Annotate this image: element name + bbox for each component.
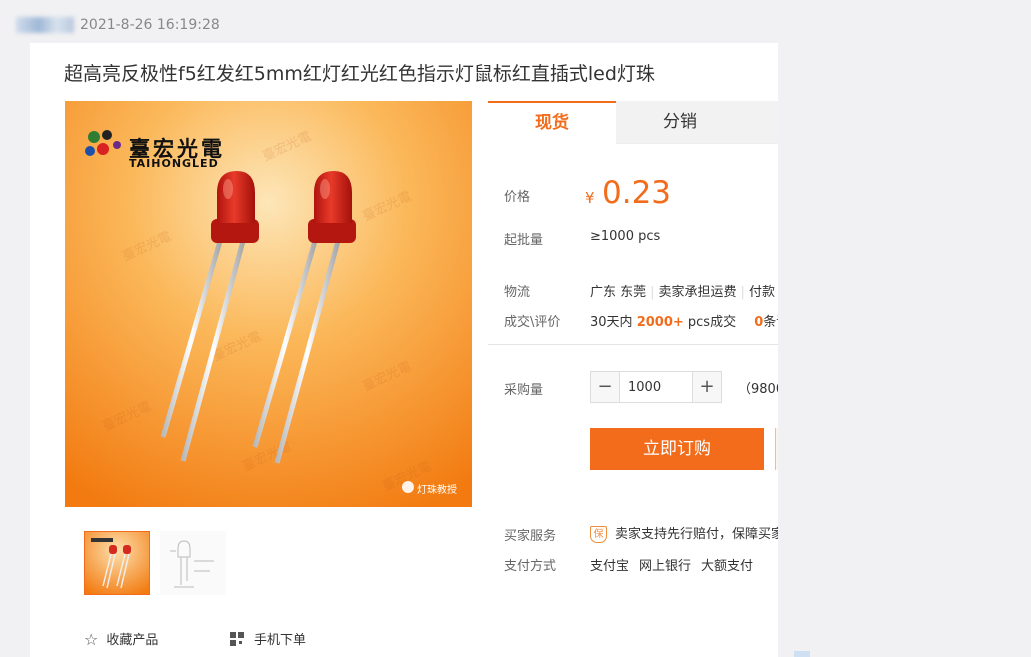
service-label: 买家服务 bbox=[504, 529, 557, 544]
deals-count: 2000+ bbox=[636, 315, 684, 330]
tab-in-stock[interactable]: 现货 bbox=[488, 101, 616, 144]
scroll-indicator bbox=[794, 651, 810, 657]
thumbnail-photo[interactable] bbox=[84, 531, 150, 595]
led-product-photo: 臺宏光電 臺宏光電 臺宏光電 臺宏光電 臺宏光電 臺宏光電 臺宏光電 臺宏光電 bbox=[65, 101, 472, 507]
moq-label: 起批量 bbox=[504, 233, 544, 248]
payment-large: 大额支付 bbox=[701, 559, 754, 574]
guarantee-shield-icon: 保 bbox=[590, 526, 607, 543]
quantity-stepper: − + bbox=[590, 371, 722, 403]
currency-symbol: ¥ bbox=[585, 189, 595, 207]
service-info: 保卖家支持先行赔付，保障买家 bbox=[590, 523, 778, 543]
qr-code-icon bbox=[230, 632, 244, 646]
post-header: 2021-8-26 16:19:28 bbox=[16, 14, 220, 36]
quantity-label: 采购量 bbox=[504, 383, 544, 398]
product-card: 超高亮反极性f5红发红5mm红灯红光红色指示灯鼠标红直插式led灯珠 臺宏光電 … bbox=[30, 43, 778, 657]
favorite-product-link[interactable]: ☆ 收藏产品 bbox=[84, 629, 158, 649]
brand-name-en: TAIHONGLED bbox=[129, 157, 219, 170]
star-icon: ☆ bbox=[84, 630, 99, 649]
add-to-cart-button-edge[interactable] bbox=[775, 428, 778, 470]
section-divider bbox=[488, 344, 778, 345]
mobile-order-label: 手机下单 bbox=[254, 633, 307, 648]
payment-label: 支付方式 bbox=[504, 559, 557, 574]
mobile-order-link[interactable]: 手机下单 bbox=[230, 629, 306, 648]
buy-now-button[interactable]: 立即订购 bbox=[590, 428, 764, 470]
moq-value: ≥1000 pcs bbox=[590, 229, 661, 244]
deals-suffix: pcs成交 bbox=[687, 315, 737, 330]
decrease-button[interactable]: − bbox=[591, 372, 619, 402]
stock-available: （98000 bbox=[738, 382, 778, 397]
payment-alipay: 支付宝 bbox=[590, 559, 630, 574]
product-main-image[interactable]: 臺宏光電 臺宏光電 臺宏光電 臺宏光電 臺宏光電 臺宏光電 臺宏光電 臺宏光電 bbox=[65, 101, 472, 507]
reviews-suffix[interactable]: 条评 bbox=[763, 315, 778, 330]
logistics-info: 广东 东莞 | 卖家承担运费 | 付款 bbox=[590, 285, 775, 300]
logistics-location: 广东 东莞 bbox=[590, 285, 647, 300]
price-value: 0.23 bbox=[602, 175, 672, 211]
post-timestamp: 2021-8-26 16:19:28 bbox=[80, 17, 220, 33]
payment-methods: 支付宝 网上银行 大额支付 bbox=[590, 555, 763, 574]
favorite-label: 收藏产品 bbox=[106, 633, 159, 648]
watermark-text: 灯珠教授 bbox=[417, 485, 457, 496]
thumbnail-drawing[interactable] bbox=[160, 531, 226, 595]
payment-online-bank: 网上银行 bbox=[639, 559, 692, 574]
quantity-input[interactable] bbox=[619, 372, 693, 402]
deals-info: 30天内 2000+ pcs成交 0条评 bbox=[590, 311, 778, 330]
reviews-count[interactable]: 0 bbox=[754, 315, 763, 330]
tab-distribution[interactable]: 分销 bbox=[616, 101, 744, 143]
author-name-blurred[interactable] bbox=[16, 17, 74, 33]
price-label: 价格 bbox=[504, 190, 531, 205]
logistics-shipping: 卖家承担运费 bbox=[658, 285, 737, 300]
service-text[interactable]: 卖家支持先行赔付，保障买家 bbox=[615, 527, 778, 542]
deals-prefix: 30天内 bbox=[590, 315, 633, 330]
deals-label: 成交\评价 bbox=[504, 315, 561, 330]
increase-button[interactable]: + bbox=[693, 372, 721, 402]
logistics-more[interactable]: 付款 bbox=[749, 285, 775, 300]
product-title: 超高亮反极性f5红发红5mm红灯红光红色指示灯鼠标红直插式led灯珠 bbox=[64, 63, 655, 85]
logistics-label: 物流 bbox=[504, 285, 531, 300]
offer-tabs: 现货 分销 bbox=[488, 101, 778, 144]
